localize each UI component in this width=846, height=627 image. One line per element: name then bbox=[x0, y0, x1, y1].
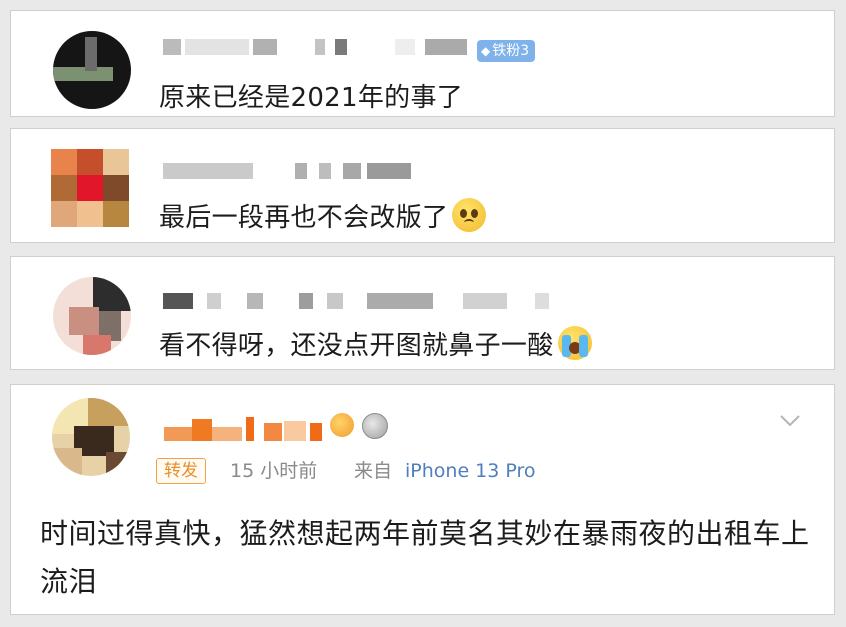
post-source-label: 来自 bbox=[354, 460, 393, 482]
crying-face-emoji-icon bbox=[557, 326, 592, 360]
sad-face-emoji-icon bbox=[452, 198, 487, 232]
comment-card[interactable]: ◆ 铁粉3 原来已经是2021年的事了 bbox=[10, 10, 835, 117]
avatar[interactable] bbox=[52, 398, 130, 476]
avatar[interactable] bbox=[51, 149, 129, 227]
post-device[interactable]: iPhone 13 Pro bbox=[405, 458, 536, 484]
comment-text: 最后一段再也不会改版了 bbox=[159, 197, 487, 234]
chevron-down-icon[interactable] bbox=[779, 409, 801, 431]
medal-badge-icon bbox=[362, 413, 388, 439]
repost-tag[interactable]: 转发 bbox=[156, 458, 206, 484]
comment-text-label: 最后一段再也不会改版了 bbox=[159, 203, 449, 233]
vip-crown-icon bbox=[330, 413, 354, 437]
username[interactable] bbox=[163, 293, 553, 309]
post-body: 时间过得真快，猛然想起两年前莫名其妙在暴雨夜的出租车上流泪 bbox=[40, 517, 810, 598]
badge-label: 铁粉3 bbox=[492, 43, 530, 59]
avatar[interactable] bbox=[53, 277, 131, 355]
comment-card[interactable]: 看不得呀，还没点开图就鼻子一酸 bbox=[10, 256, 835, 370]
diamond-icon: ◆ bbox=[481, 44, 491, 58]
post-time: 15 小时前 bbox=[230, 460, 318, 482]
username[interactable] bbox=[163, 163, 423, 179]
comment-text: 看不得呀，还没点开图就鼻子一酸 bbox=[159, 325, 592, 362]
comment-card[interactable]: 最后一段再也不会改版了 bbox=[10, 128, 835, 243]
username[interactable] bbox=[163, 39, 468, 55]
username[interactable] bbox=[164, 417, 324, 441]
fan-level-badge: ◆ 铁粉3 bbox=[477, 40, 536, 62]
comment-text: 原来已经是2021年的事了 bbox=[159, 83, 464, 113]
avatar[interactable] bbox=[53, 31, 131, 109]
comment-text-label: 看不得呀，还没点开图就鼻子一酸 bbox=[159, 331, 554, 361]
